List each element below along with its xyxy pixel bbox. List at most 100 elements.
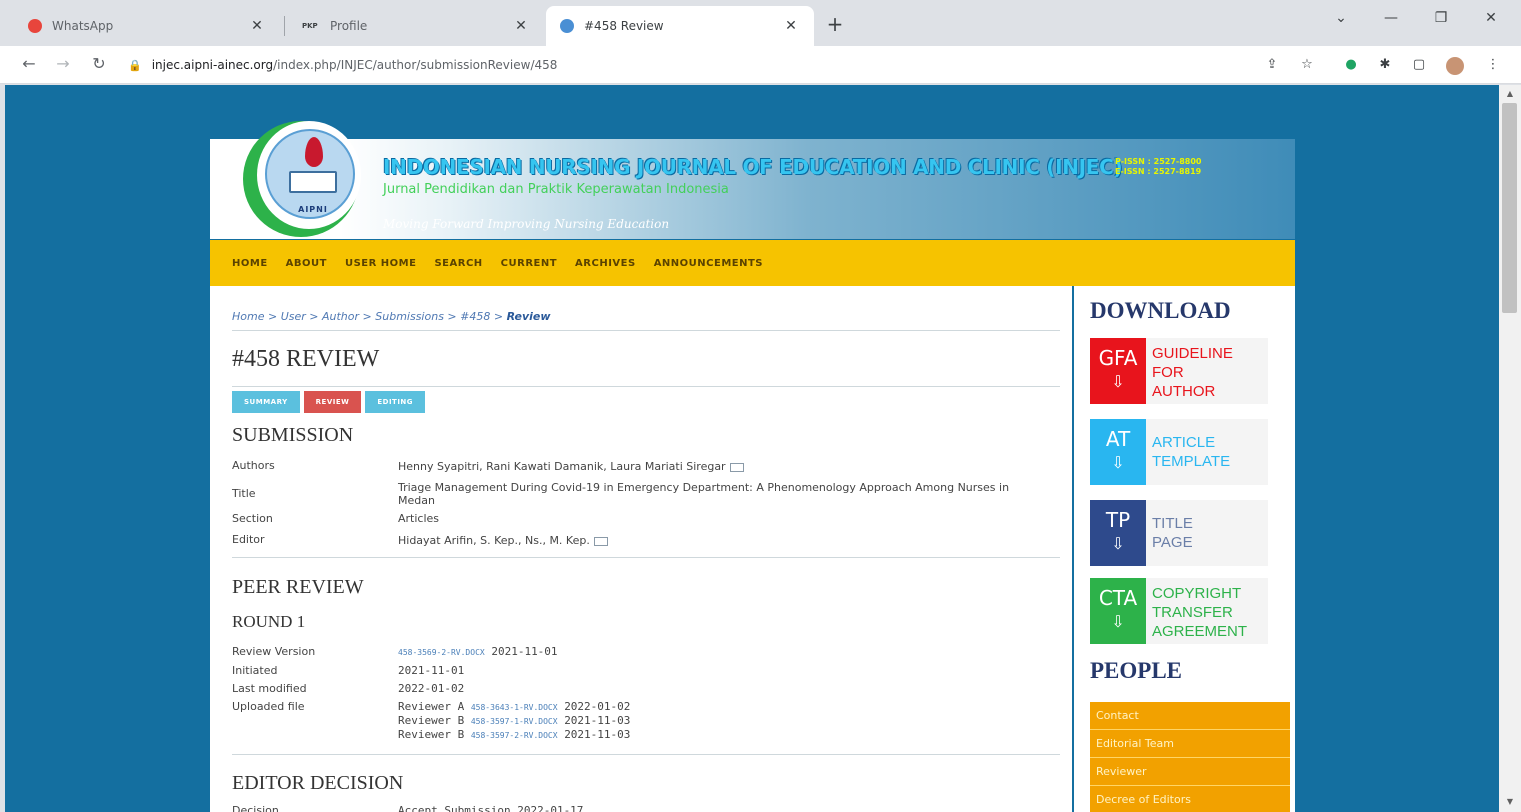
tab-whatsapp[interactable]: WhatsApp ✕ [14, 6, 280, 46]
profile-avatar[interactable] [1446, 57, 1464, 75]
breadcrumb-author[interactable]: Author [322, 310, 359, 323]
download-label-line: TEMPLATE [1152, 453, 1231, 470]
review-version-file-link[interactable]: 458-3569-2-RV.DOCX [398, 648, 485, 657]
authors-row: Henny Syapitri, Rani Kawati Damanik, Lau… [398, 460, 744, 473]
people-editorial-team[interactable]: Editorial Team [1090, 730, 1290, 758]
subtab-editing[interactable]: EDITING [365, 391, 426, 413]
close-icon[interactable]: ✕ [782, 18, 800, 34]
nav-about[interactable]: ABOUT [286, 258, 327, 269]
submission-heading: SUBMISSION [232, 424, 354, 446]
scrollbar-thumb[interactable] [1502, 103, 1517, 313]
editor-decision-heading: EDITOR DECISION [232, 772, 404, 794]
upload-row: Reviewer B 458-3597-1-RV.DOCX 2021-11-03 [398, 714, 630, 727]
reload-icon[interactable]: ↻ [88, 54, 110, 73]
scroll-up-icon[interactable]: ▲ [1499, 89, 1521, 98]
breadcrumb-sep: > [490, 310, 507, 323]
download-copyright-transfer-agreement[interactable]: CTA ⇩ COPYRIGHT TRANSFER AGREEMENT [1090, 578, 1268, 644]
download-label-line: AUTHOR [1152, 383, 1216, 400]
scroll-down-icon[interactable]: ▼ [1499, 797, 1521, 806]
restore-icon[interactable]: ❐ [1426, 10, 1456, 26]
download-article-template[interactable]: AT ⇩ ARTICLE TEMPLATE [1090, 419, 1268, 485]
page-title: #458 REVIEW [232, 346, 380, 372]
breadcrumb-current[interactable]: Review [507, 310, 551, 323]
share-icon[interactable]: ⇪ [1263, 57, 1281, 75]
divider [232, 754, 1060, 755]
nav-announcements[interactable]: ANNOUNCEMENTS [654, 258, 763, 269]
breadcrumb-submission-id[interactable]: #458 [460, 310, 490, 323]
nav-home[interactable]: HOME [232, 258, 268, 269]
breadcrumb-home[interactable]: Home [232, 310, 264, 323]
review-version-value: 458-3569-2-RV.DOCX 2021-11-01 [398, 645, 558, 658]
url-path: /index.php/INJEC/author/submissionReview… [273, 58, 558, 72]
tab-profile[interactable]: PKP Profile ✕ [288, 6, 544, 46]
people-contact[interactable]: Contact [1090, 702, 1290, 730]
close-icon[interactable]: ✕ [512, 18, 530, 34]
editor-label: Editor [232, 533, 265, 546]
kebab-menu-icon[interactable]: ⋮ [1484, 57, 1502, 75]
title-label: Title [232, 487, 256, 500]
issn-online: E-ISSN : 2527-8819 [1115, 167, 1202, 176]
download-label-line: TRANSFER [1152, 604, 1233, 621]
nav-user-home[interactable]: USER HOME [345, 258, 417, 269]
issn-print: P-ISSN : 2527-8800 [1115, 157, 1202, 166]
download-label-line: GUIDELINE [1152, 345, 1233, 362]
badge-text: TP [1105, 508, 1131, 532]
initiated-label: Initiated [232, 664, 278, 677]
upload-file-link[interactable]: 458-3643-1-RV.DOCX [471, 703, 558, 712]
people-heading: PEOPLE [1090, 658, 1183, 683]
forward-arrow-icon[interactable]: → [52, 54, 74, 73]
upload-row: Reviewer A 458-3643-1-RV.DOCX 2022-01-02 [398, 700, 630, 713]
page-viewport: AIPNI INDONESIAN NURSING JOURNAL OF EDUC… [5, 85, 1499, 812]
badge-text: GFA [1098, 346, 1138, 370]
back-arrow-icon[interactable]: ← [18, 54, 40, 73]
last-modified-value: 2022-01-02 [398, 682, 465, 695]
page-scrollbar[interactable]: ▲ ▼ [1499, 85, 1521, 812]
people-reviewer[interactable]: Reviewer [1090, 758, 1290, 786]
download-label: TITLE PAGE [1146, 500, 1193, 566]
download-arrow-icon: ⇩ [1111, 612, 1125, 631]
download-title-page[interactable]: TP ⇩ TITLE PAGE [1090, 500, 1268, 566]
review-version-label: Review Version [232, 645, 316, 658]
upload-file-link[interactable]: 458-3597-1-RV.DOCX [471, 717, 558, 726]
journal-header-banner [210, 139, 1295, 239]
download-label-line: TITLE [1152, 515, 1193, 532]
badge-text: CTA [1098, 586, 1138, 610]
close-window-icon[interactable]: ✕ [1476, 10, 1506, 26]
pkp-favicon-icon: PKP [302, 22, 318, 30]
extensions-puzzle-icon[interactable]: ✱ [1376, 57, 1394, 75]
tab-search-chevron-icon[interactable]: ⌄ [1326, 10, 1356, 26]
breadcrumb-submissions[interactable]: Submissions [375, 310, 444, 323]
people-decree-of-editors[interactable]: Decree of Editors [1090, 786, 1290, 812]
decision-value: Accept Submission 2022-01-17 [398, 804, 584, 812]
minimize-icon[interactable]: — [1376, 10, 1406, 26]
main-content: Home > User > Author > Submissions > #45… [210, 286, 1072, 812]
email-icon[interactable] [729, 462, 744, 472]
email-icon[interactable] [593, 536, 608, 546]
divider [232, 557, 1060, 558]
nav-current[interactable]: CURRENT [501, 258, 557, 269]
journal-subtitle: Jurnal Pendidikan dan Praktik Keperawata… [383, 182, 729, 197]
breadcrumb-user[interactable]: User [281, 310, 306, 323]
decision-label: Decision [232, 804, 279, 812]
upload-reviewer: Reviewer B [398, 714, 465, 727]
subtab-summary[interactable]: SUMMARY [232, 391, 300, 413]
journal-favicon-icon [560, 19, 574, 33]
breadcrumb-sep: > [264, 310, 281, 323]
nav-search[interactable]: SEARCH [434, 258, 482, 269]
download-label: ARTICLE TEMPLATE [1146, 419, 1230, 485]
address-bar[interactable]: 🔒 injec.aipni-ainec.org /index.php/INJEC… [128, 51, 1298, 79]
download-guideline-for-author[interactable]: GFA ⇩ GUIDELINE FOR AUTHOR [1090, 338, 1268, 404]
last-modified-label: Last modified [232, 682, 307, 695]
new-tab-plus-icon[interactable]: + [822, 12, 848, 36]
side-panel-icon[interactable]: ▢ [1410, 57, 1428, 75]
bookmark-star-icon[interactable]: ☆ [1298, 57, 1316, 75]
upload-row: Reviewer B 458-3597-2-RV.DOCX 2021-11-03 [398, 728, 630, 741]
extension-green-icon[interactable]: ● [1342, 57, 1360, 75]
tab-review[interactable]: #458 Review ✕ [546, 6, 814, 46]
upload-file-link[interactable]: 458-3597-2-RV.DOCX [471, 731, 558, 740]
authors-label: Authors [232, 459, 275, 472]
nav-archives[interactable]: ARCHIVES [575, 258, 636, 269]
close-icon[interactable]: ✕ [248, 18, 266, 34]
subtab-review[interactable]: REVIEW [303, 391, 362, 413]
divider [232, 330, 1060, 331]
